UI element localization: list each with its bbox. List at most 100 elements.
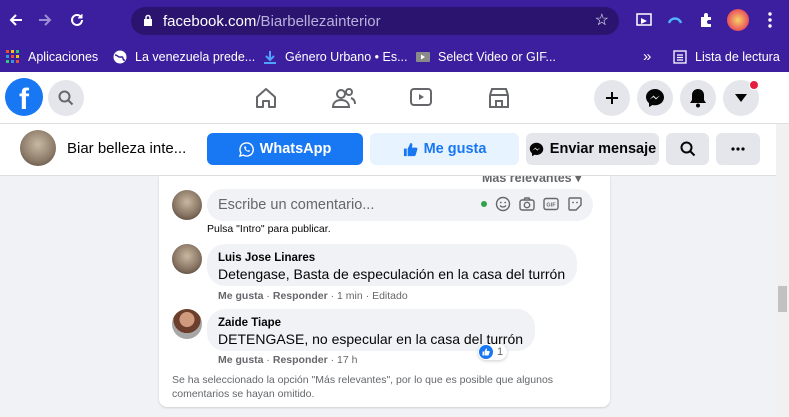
comment-reply-link[interactable]: Responder (273, 354, 328, 366)
friends-icon (331, 88, 356, 108)
messenger-button[interactable] (637, 80, 673, 116)
comments-section: Más relevantes ▾ Escribe un comentario..… (159, 176, 610, 407)
facebook-logo-icon[interactable]: f (5, 78, 43, 116)
comment-actions: Me gusta · Responder · 17 h (218, 354, 358, 366)
whatsapp-icon (238, 141, 254, 157)
avatar[interactable] (172, 190, 202, 220)
address-bar[interactable]: facebook.com/Biarbellezainterior ☆ (131, 7, 619, 35)
reading-list-icon (673, 49, 687, 64)
home-tab[interactable] (252, 84, 280, 112)
scrollbar-thumb[interactable] (778, 286, 787, 312)
bookmark-label: Aplicaciones (28, 49, 99, 64)
search-icon (680, 141, 695, 157)
page-title[interactable]: Biar belleza inte... (67, 140, 186, 157)
forward-arrow-icon (39, 14, 52, 26)
send-message-button[interactable]: Enviar mensaje (526, 133, 659, 165)
forward-button[interactable] (31, 6, 59, 34)
download-icon (264, 50, 276, 64)
watch-tab[interactable] (407, 84, 435, 112)
plus-icon (606, 92, 618, 104)
svg-text:GIF: GIF (546, 203, 556, 209)
comment-time[interactable]: 17 h (337, 354, 357, 366)
browser-menu-icon[interactable] (760, 10, 780, 30)
comment-edited: Editado (372, 290, 408, 302)
notification-dot (749, 80, 759, 90)
like-page-button[interactable]: Me gusta (370, 133, 519, 165)
comment-text: DETENGASE, no especular en la casa del t… (218, 331, 524, 347)
comment-author[interactable]: Zaide Tiape (218, 316, 523, 330)
reload-icon (71, 13, 83, 26)
emoji-icon[interactable] (495, 196, 511, 212)
page-scrollbar[interactable] (776, 124, 789, 417)
comment-like-link[interactable]: Me gusta (218, 354, 264, 366)
profile-avatar[interactable] (727, 9, 749, 31)
page-avatar[interactable] (20, 130, 56, 166)
bookmark-label: Género Urbano • Es... (285, 49, 408, 64)
bookmark-select-video[interactable]: Select Video or GIF... (416, 41, 556, 72)
watch-icon (410, 88, 432, 106)
reaction-count[interactable]: 1 (478, 344, 508, 360)
reading-list-label: Lista de lectura (695, 49, 780, 64)
comment-input-tools: GIF (481, 196, 583, 212)
caret-down-icon (735, 94, 747, 102)
whatsapp-label: WhatsApp (259, 141, 332, 157)
comment-like-link[interactable]: Me gusta (218, 290, 264, 302)
apps-grid-icon (6, 49, 19, 63)
marketplace-tab[interactable] (485, 84, 513, 112)
more-dots-icon (731, 147, 745, 151)
globe-icon (113, 50, 127, 63)
reading-list-button[interactable]: Lista de lectura (673, 41, 780, 72)
gif-icon[interactable]: GIF (543, 196, 559, 212)
search-button[interactable] (48, 80, 84, 116)
comment-author[interactable]: Luis Jose Linares (218, 251, 565, 265)
more-bookmarks-button[interactable]: » (643, 41, 651, 72)
comment-time[interactable]: 1 min (337, 290, 363, 302)
reload-button[interactable] (63, 6, 91, 34)
sticker-icon[interactable] (567, 196, 583, 212)
bookmark-star-icon[interactable]: ☆ (595, 10, 609, 30)
facebook-header: f (0, 72, 789, 124)
comment-placeholder: Escribe un comentario... (218, 197, 375, 213)
page-search-button[interactable] (666, 133, 709, 165)
comment-bubble: Luis Jose Linares Detengase, Basta de es… (207, 244, 578, 286)
comment-reply-link[interactable]: Responder (273, 290, 328, 302)
page-header: Biar belleza inte... WhatsApp Me gusta E… (0, 124, 776, 176)
search-icon (58, 90, 74, 106)
avatar[interactable] (172, 309, 202, 339)
video-icon (416, 51, 430, 62)
relevance-notice: Se ha seleccionado la opción "Más releva… (172, 374, 554, 400)
notifications-button[interactable] (680, 80, 716, 116)
link-extension-icon[interactable] (665, 10, 685, 30)
extensions-puzzle-icon[interactable] (696, 10, 716, 30)
url-domain: facebook.com (163, 12, 257, 30)
bell-icon (690, 89, 706, 108)
cast-extension-icon[interactable] (634, 10, 654, 30)
create-button[interactable] (594, 80, 630, 116)
bookmark-genero-urbano[interactable]: Género Urbano • Es... (263, 41, 408, 72)
thumbs-up-icon (403, 142, 417, 156)
comment-actions: Me gusta · Responder · 1 min · Editado (218, 290, 408, 302)
like-reaction-icon (479, 345, 493, 359)
home-icon (256, 88, 276, 108)
bookmark-venezuela[interactable]: La venezuela prede... (113, 41, 255, 72)
messenger-icon (529, 142, 544, 156)
like-page-label: Me gusta (423, 141, 487, 157)
camera-icon[interactable] (519, 196, 535, 212)
more-bookmarks-label: » (643, 48, 652, 65)
avatar[interactable] (172, 244, 202, 274)
friends-tab[interactable] (330, 84, 358, 112)
bookmark-apps[interactable]: Aplicaciones (6, 41, 98, 72)
browser-toolbar: facebook.com/Biarbellezainterior ☆ (0, 0, 789, 41)
back-button[interactable] (2, 6, 30, 34)
publish-hint: Pulsa "Intro" para publicar. (207, 223, 331, 235)
send-message-label: Enviar mensaje (549, 141, 657, 157)
whatsapp-button[interactable]: WhatsApp (207, 133, 363, 165)
bookmark-label: Select Video or GIF... (438, 49, 556, 64)
marketplace-icon (489, 88, 509, 108)
lock-icon (144, 14, 152, 26)
page-more-button[interactable] (716, 133, 760, 165)
status-dot-icon (481, 196, 487, 212)
comment-input[interactable]: Escribe un comentario... GIF (207, 189, 593, 221)
comment-text: Detengase, Basta de especulación en la c… (218, 266, 566, 282)
back-arrow-icon (9, 14, 22, 26)
